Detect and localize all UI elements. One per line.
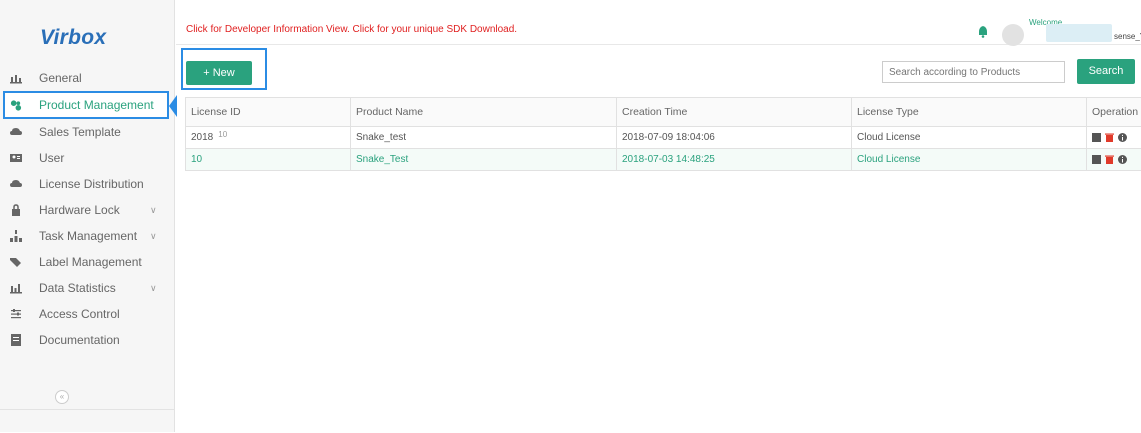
user-card-icon — [10, 152, 22, 164]
search-button[interactable]: Search — [1077, 59, 1135, 84]
table-row[interactable]: 2018 10 Snake_test 2018-07-09 18:04:06 Cl… — [186, 127, 1141, 149]
sidebar-collapse-button[interactable]: « — [55, 390, 69, 404]
brand-logo[interactable]: Virbox — [40, 26, 106, 50]
sidebar-item-label: License Distribution — [39, 177, 144, 191]
username-redacted — [1046, 24, 1112, 42]
sidebar-item-label: Hardware Lock — [39, 203, 120, 217]
sidebar-item-task-management[interactable]: Task Management ∨ — [0, 223, 174, 249]
sidebar-item-label: Task Management — [39, 229, 137, 243]
column-header[interactable]: Product Name — [351, 98, 617, 127]
info-icon[interactable] — [1118, 133, 1127, 142]
sidebar-item-documentation[interactable]: Documentation — [0, 327, 174, 353]
tag-icon — [10, 256, 22, 268]
operation-cell — [1087, 149, 1141, 171]
sidebar-item-label: Access Control — [39, 307, 120, 321]
delete-icon[interactable] — [1105, 155, 1114, 164]
sidebar-item-license-distribution[interactable]: License Distribution — [0, 171, 174, 197]
edit-icon[interactable] — [1092, 133, 1101, 142]
column-header[interactable]: License Type — [852, 98, 1087, 127]
cloud-icon — [10, 126, 22, 138]
license-id-count: 10 — [218, 130, 227, 139]
lock-icon — [10, 204, 22, 216]
product-name-cell: Snake_test — [351, 127, 617, 149]
column-header: Operation — [1087, 98, 1141, 127]
delete-icon[interactable] — [1105, 133, 1114, 142]
sidebar-item-label: Data Statistics — [39, 281, 116, 295]
new-product-button[interactable]: + New — [186, 61, 252, 85]
sidebar-footer — [0, 409, 174, 433]
sidebar-item-sales-template[interactable]: Sales Template — [0, 119, 174, 145]
developer-sdk-notice-link[interactable]: Click for Developer Information View. Cl… — [186, 24, 517, 35]
top-header: Click for Developer Information View. Cl… — [176, 0, 1141, 45]
sidebar: Virbox General Product Management Sales … — [0, 0, 175, 432]
sidebar-item-label-management[interactable]: Label Management — [0, 249, 174, 275]
avatar[interactable] — [1002, 24, 1024, 46]
sidebar-item-label: Sales Template — [39, 125, 121, 139]
creation-time-cell: 2018-07-03 14:48:25 — [617, 149, 852, 171]
license-type-cell: Cloud License — [852, 127, 1087, 149]
column-header[interactable]: Creation Time — [617, 98, 852, 127]
sliders-icon — [10, 308, 22, 320]
product-table: License ID Product Name Creation Time Li… — [185, 97, 1141, 171]
license-id: 2018 — [191, 132, 213, 143]
license-id: 10 — [191, 154, 202, 165]
sidebar-item-product-management[interactable]: Product Management — [3, 91, 169, 119]
sidebar-item-label: General — [39, 71, 82, 85]
info-icon[interactable] — [1118, 155, 1127, 164]
product-name-cell: Snake_Test — [351, 149, 617, 171]
column-header[interactable]: License ID — [186, 98, 351, 127]
license-type-cell: Cloud License — [852, 149, 1087, 171]
table-header-row: License ID Product Name Creation Time Li… — [186, 98, 1141, 127]
bell-icon[interactable] — [977, 26, 989, 38]
sidebar-item-hardware-lock[interactable]: Hardware Lock ∨ — [0, 197, 174, 223]
chevron-down-icon[interactable]: ∨ — [150, 223, 157, 249]
creation-time-cell: 2018-07-09 18:04:06 — [617, 127, 852, 149]
search-input[interactable] — [882, 61, 1065, 83]
table-row[interactable]: 10 Snake_Test 2018-07-03 14:48:25 Cloud … — [186, 149, 1141, 171]
sidebar-item-label: User — [39, 151, 64, 165]
username[interactable]: sense_Y — [1114, 32, 1141, 41]
edit-icon[interactable] — [1092, 155, 1101, 164]
active-indicator — [169, 95, 177, 117]
sidebar-item-label: Documentation — [39, 333, 120, 347]
cloud-icon — [10, 178, 22, 190]
task-icon — [10, 230, 22, 242]
sidebar-item-access-control[interactable]: Access Control — [0, 301, 174, 327]
license-id-cell: 2018 10 — [186, 127, 351, 149]
document-icon — [10, 334, 22, 346]
sidebar-item-user[interactable]: User — [0, 145, 174, 171]
operation-cell — [1087, 127, 1141, 149]
sidebar-nav: General Product Management Sales Templat… — [0, 65, 174, 353]
chart-icon — [10, 72, 22, 84]
sidebar-item-data-statistics[interactable]: Data Statistics ∨ — [0, 275, 174, 301]
sidebar-item-label: Product Management — [39, 98, 154, 112]
license-id-cell: 10 — [186, 149, 351, 171]
bar-chart-icon — [10, 282, 22, 294]
product-icon — [10, 99, 22, 111]
chevron-down-icon[interactable]: ∨ — [150, 275, 157, 301]
sidebar-item-label: Label Management — [39, 255, 142, 269]
sidebar-item-general[interactable]: General — [0, 65, 174, 91]
chevron-down-icon[interactable]: ∨ — [150, 197, 157, 223]
